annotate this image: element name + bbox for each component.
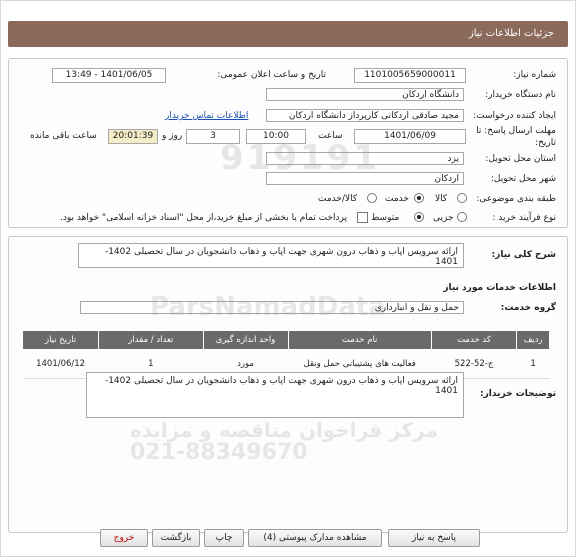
category-label: طبقه بندی موضوعی: bbox=[476, 194, 556, 204]
process-radio-medium[interactable] bbox=[414, 212, 424, 222]
watermark-phone: 021-88349670 bbox=[130, 440, 308, 465]
col-row: ردیف bbox=[516, 330, 550, 350]
buyer-notes-text: ارائه سرویس اپاب و ذهاب درون شهری جهت اپ… bbox=[86, 372, 464, 418]
buyer-contact-link[interactable]: اطلاعات تماس خریدار bbox=[165, 111, 248, 121]
days-label: روز و bbox=[162, 131, 183, 141]
province-label: استان محل تحویل: bbox=[485, 154, 556, 164]
buyer-org-label: نام دستگاه خریدار: bbox=[485, 90, 556, 100]
need-number-field: 1101005659000011 bbox=[354, 68, 466, 83]
col-date: تاریخ نیاز bbox=[21, 330, 100, 350]
payment-note: پرداخت تمام یا بخشی از مبلغ خرید،از محل … bbox=[60, 213, 348, 223]
col-name: نام خدمت bbox=[287, 330, 432, 350]
exit-button[interactable]: خروج bbox=[100, 529, 148, 547]
col-qty: تعداد / مقدار bbox=[98, 330, 204, 350]
need-number-label: شماره نیاز: bbox=[513, 70, 556, 80]
watermark-numbers: 919191 bbox=[220, 138, 380, 178]
summary-label: شرح کلی نیاز: bbox=[491, 250, 556, 260]
process-label: نوع فرآیند خرید : bbox=[492, 213, 556, 223]
category-option-goods-service: کالا/خدمت bbox=[318, 194, 358, 204]
creator-field: مجید صادقی اردکانی کارپرداز دانشگاه اردک… bbox=[266, 109, 464, 122]
process-option-medium: متوسط bbox=[371, 213, 400, 223]
watermark-slogan: مرکز فراخوان مناقصه و مزایده bbox=[130, 418, 438, 442]
creator-label: ایجاد کننده درخواست: bbox=[473, 111, 556, 121]
table-header-row: ردیف کد خدمت نام خدمت واحد اندازه گیری ت… bbox=[21, 330, 550, 350]
page-header: جزئیات اطلاعات نیاز bbox=[8, 21, 568, 47]
services-section-title: اطلاعات خدمات مورد نیاز bbox=[443, 283, 556, 293]
announce-field: 1401/06/05 - 13:49 bbox=[52, 68, 166, 83]
col-code: کد خدمت bbox=[430, 330, 518, 350]
attachments-button[interactable]: مشاهده مدارک پیوستی (4) bbox=[248, 529, 382, 547]
watermark-brand: ParsNamadData bbox=[150, 292, 386, 322]
page-title: جزئیات اطلاعات نیاز bbox=[468, 28, 554, 39]
buyer-notes-label: توضیحات خریدار: bbox=[480, 389, 556, 399]
process-option-minor: جزیی bbox=[433, 213, 454, 223]
city-label: شهر محل تحویل: bbox=[490, 174, 556, 184]
reply-button[interactable]: پاسخ به نیاز bbox=[388, 529, 480, 547]
category-radio-goods[interactable] bbox=[457, 193, 467, 203]
treasury-payment-checkbox[interactable] bbox=[357, 212, 368, 223]
remaining-time-field: 20:01:39 bbox=[108, 129, 158, 144]
buyer-org-field: دانشگاه اردکان bbox=[266, 88, 464, 101]
service-group-label: گروه خدمت: bbox=[500, 303, 556, 313]
summary-text: ارائه سرویس اپاب و ذهاب درون شهری جهت اپ… bbox=[78, 243, 464, 268]
col-unit: واحد اندازه گیری bbox=[202, 330, 289, 350]
deadline-date-label: تاریخ: bbox=[535, 138, 556, 148]
deadline-label: مهلت ارسال پاسخ: تا bbox=[476, 126, 556, 136]
cell-row: 1 bbox=[516, 349, 550, 379]
announce-label: تاریخ و ساعت اعلان عمومی: bbox=[217, 70, 326, 80]
category-option-service: خدمت bbox=[385, 194, 409, 204]
category-radio-service[interactable] bbox=[414, 193, 424, 203]
print-button[interactable]: چاپ bbox=[204, 529, 244, 547]
process-radio-minor[interactable] bbox=[457, 212, 467, 222]
category-option-goods: کالا bbox=[435, 194, 448, 204]
remaining-label: ساعت باقی مانده bbox=[30, 131, 97, 141]
category-radio-goods-service[interactable] bbox=[367, 193, 377, 203]
back-button[interactable]: بازگشت bbox=[152, 529, 200, 547]
